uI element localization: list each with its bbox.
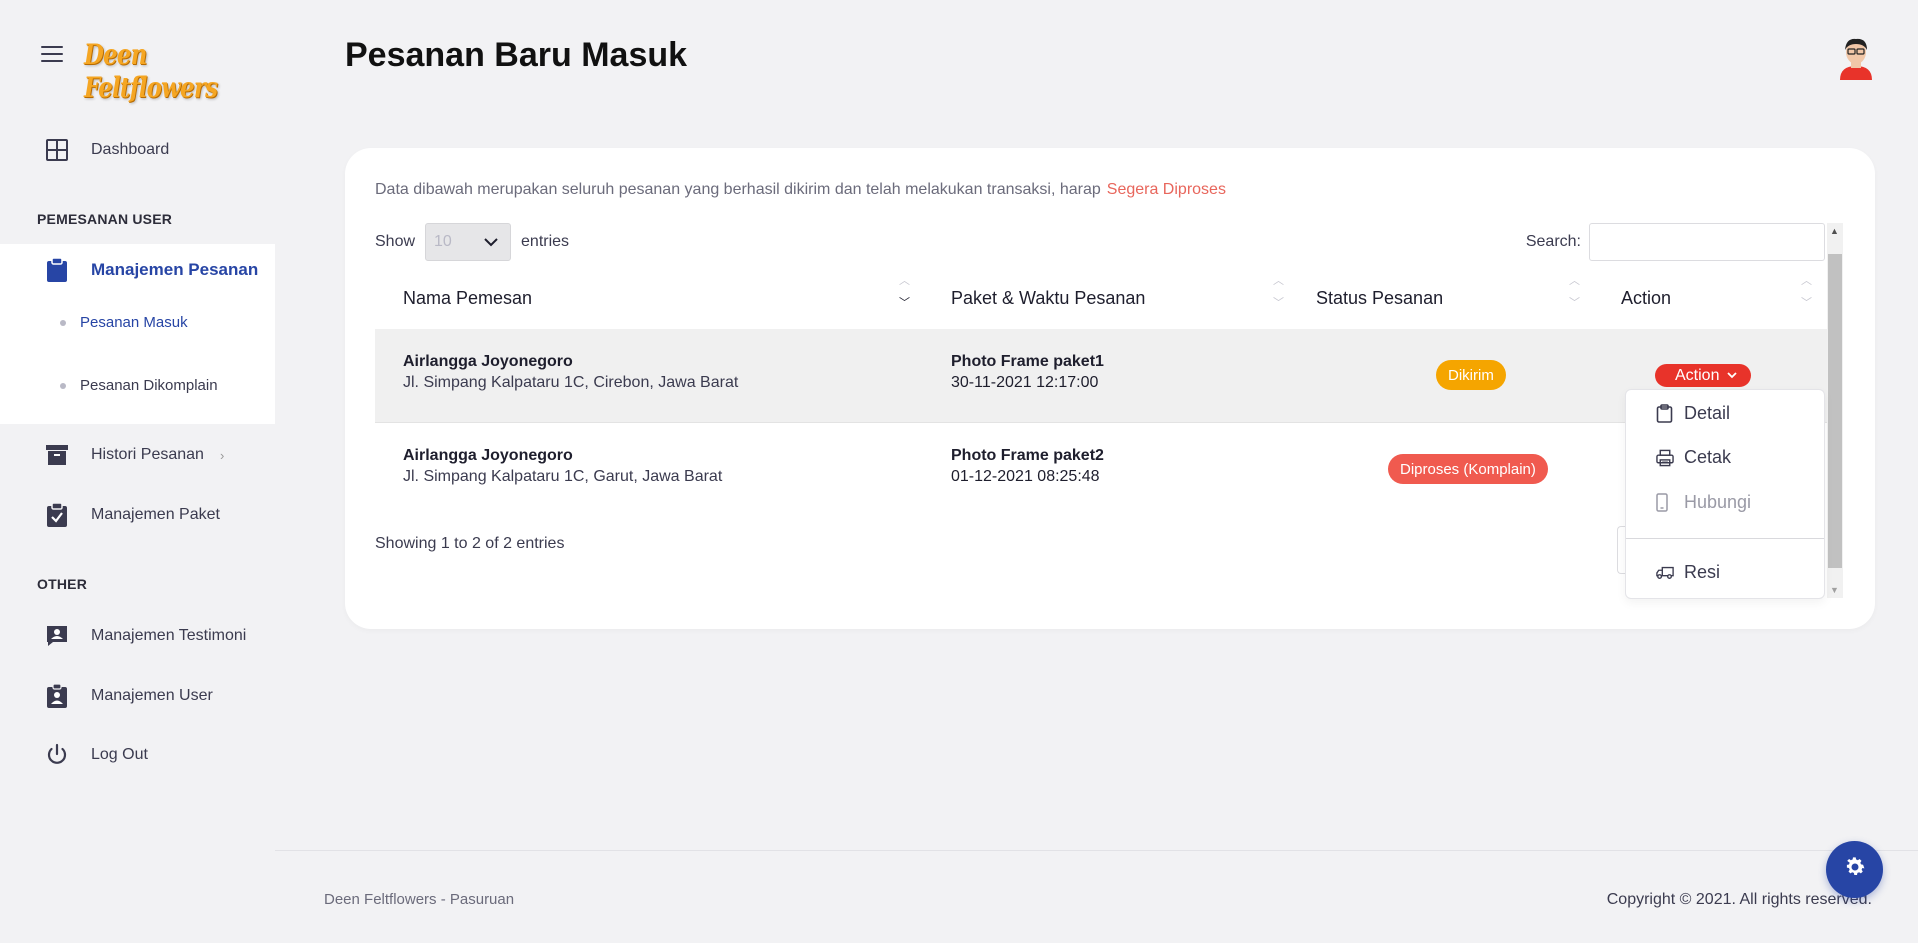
scroll-up-arrow-icon[interactable]: ▲ — [1830, 226, 1839, 236]
menu-item-detail[interactable]: Detail — [1656, 403, 1730, 424]
phone-icon — [1656, 493, 1674, 512]
menu-item-label: Hubungi — [1684, 492, 1752, 512]
footer-divider — [275, 850, 1918, 851]
sidebar-item-manajemen-testimoni[interactable]: Manajemen Testimoni — [0, 610, 275, 662]
sidebar-item-logout[interactable]: Log Out — [0, 729, 275, 781]
package-name: Photo Frame paket2 — [951, 447, 1104, 464]
section-label-pemesanan-user: PEMESANAN USER — [37, 211, 173, 227]
printer-icon — [1656, 449, 1674, 467]
sidebar-item-manajemen-user[interactable]: Manajemen User — [0, 670, 275, 722]
customer-name: Airlangga Joyonegoro — [403, 353, 573, 370]
grid-icon — [44, 137, 70, 163]
chat-person-icon — [44, 623, 70, 649]
sidebar-item-dashboard[interactable]: Dashboard — [0, 124, 275, 176]
action-dropdown-menu: Detail Cetak Hubungi Resi — [1625, 389, 1825, 599]
sidebar-item-manajemen-paket[interactable]: Manajemen Paket — [0, 489, 275, 541]
settings-button[interactable] — [1826, 841, 1883, 898]
sidebar-item-label: Manajemen Paket — [91, 506, 220, 523]
status-badge: Diproses (Komplain) — [1388, 454, 1548, 484]
chevron-down-icon — [484, 237, 498, 246]
bullet-dot — [60, 319, 66, 326]
sidebar-subitem-pesanan-masuk[interactable]: Pesanan Masuk — [60, 314, 188, 331]
menu-item-label: Detail — [1684, 403, 1731, 423]
sidebar-subitem-label: Pesanan Dikomplain — [80, 377, 218, 394]
clipboard-icon — [44, 257, 70, 283]
sort-icon[interactable]: ︿ ﹀ — [1569, 276, 1583, 320]
table-scrollbar[interactable]: ▲ ▼ — [1827, 223, 1843, 598]
customer-address: Jl. Simpang Kalpataru 1C, Cirebon, Jawa … — [403, 374, 739, 391]
section-label-other: OTHER — [37, 576, 87, 592]
menu-toggle-icon[interactable] — [41, 46, 63, 62]
table-row: Airlangga Joyonegoro Jl. Simpang Kalpata… — [375, 329, 1827, 423]
sidebar-subitem-label: Pesanan Masuk — [80, 314, 188, 331]
menu-item-cetak[interactable]: Cetak — [1656, 447, 1731, 468]
menu-item-label: Resi — [1684, 562, 1721, 582]
customer-cell: Airlangga Joyonegoro Jl. Simpang Kalpata… — [403, 351, 738, 393]
sidebar-item-manajemen-pesanan[interactable]: Manajemen Pesanan — [0, 244, 275, 296]
sidebar-item-label: Log Out — [91, 746, 148, 763]
order-time: 30-11-2021 12:17:00 — [951, 374, 1099, 391]
truck-icon — [1656, 565, 1674, 580]
sort-icon[interactable]: ︿ ﹀ — [1273, 276, 1287, 320]
bullet-dot — [60, 382, 66, 389]
clipboard-check-icon — [44, 502, 70, 528]
menu-divider — [1626, 538, 1824, 539]
gear-icon — [1843, 855, 1867, 884]
table-row: Airlangga Joyonegoro Jl. Simpang Kalpata… — [375, 423, 1827, 517]
chevron-down-icon — [1727, 370, 1738, 382]
entries-select-value: 10 — [434, 233, 452, 250]
table-header: Nama Pemesan ︿ ﹀ Paket & Waktu Pesanan ︿ ﹀… — [375, 268, 1827, 328]
intro-highlight: Segera Diproses — [1106, 181, 1226, 198]
badge-person-icon — [44, 683, 70, 709]
search-input[interactable] — [1589, 223, 1825, 261]
intro-text: Data dibawah merupakan seluruh pesanan y… — [375, 181, 1226, 198]
search-label: Search: — [1525, 233, 1581, 250]
sort-icon[interactable]: ︿ ﹀ — [1801, 276, 1815, 320]
action-dropdown-button[interactable]: Action — [1655, 364, 1752, 387]
power-icon — [44, 742, 70, 768]
brand-logo[interactable]: Deen Feltflowers — [84, 38, 241, 104]
customer-address: Jl. Simpang Kalpataru 1C, Garut, Jawa Ba… — [403, 468, 723, 485]
footer-brand: Deen Feltflowers - Pasuruan — [324, 891, 515, 908]
show-label: Show — [375, 233, 416, 250]
footer-copyright: Copyright © 2021. All rights reserved. — [1606, 891, 1872, 908]
sidebar-item-label: Manajemen Pesanan — [91, 260, 259, 279]
page-title: Pesanan Baru Masuk — [345, 36, 688, 74]
entries-select[interactable]: 10 — [425, 223, 512, 261]
column-header-action[interactable]: Action — [1621, 288, 1671, 309]
sidebar-subitem-pesanan-dikomplain[interactable]: Pesanan Dikomplain — [60, 377, 218, 394]
customer-cell: Airlangga Joyonegoro Jl. Simpang Kalpata… — [403, 445, 722, 487]
action-button-label: Action — [1675, 366, 1720, 384]
chevron-right-icon: › — [220, 447, 225, 463]
sidebar: Deen Feltflowers Dashboard PEMESANAN USE… — [0, 0, 275, 943]
sidebar-item-label: Manajemen Testimoni — [91, 627, 247, 644]
menu-item-hubungi[interactable]: Hubungi — [1656, 492, 1751, 513]
sidebar-item-label: Manajemen User — [91, 687, 213, 704]
column-header-nama-pemesan[interactable]: Nama Pemesan — [403, 288, 532, 309]
scroll-down-arrow-icon[interactable]: ▼ — [1830, 585, 1839, 595]
sort-icon[interactable]: ︿ ﹀ — [899, 276, 913, 320]
entries-length-control: Show 10 entries — [375, 223, 569, 261]
entries-label: entries — [521, 233, 570, 250]
menu-item-label: Cetak — [1684, 447, 1732, 467]
search-control: Search: — [1526, 223, 1825, 261]
package-name: Photo Frame paket1 — [951, 353, 1104, 370]
customer-name: Airlangga Joyonegoro — [403, 447, 573, 464]
menu-item-resi[interactable]: Resi — [1656, 562, 1720, 583]
package-cell: Photo Frame paket2 01-12-2021 08:25:48 — [951, 445, 1104, 487]
column-header-status[interactable]: Status Pesanan — [1316, 288, 1443, 309]
table-info: Showing 1 to 2 of 2 entries — [375, 535, 565, 552]
column-header-paket-waktu[interactable]: Paket & Waktu Pesanan — [951, 288, 1145, 309]
sidebar-item-label: Histori Pesanan — [91, 446, 204, 463]
scrollbar-thumb[interactable] — [1828, 254, 1842, 568]
order-time: 01-12-2021 08:25:48 — [951, 468, 1100, 485]
status-badge: Dikirim — [1436, 360, 1506, 390]
sidebar-item-label: Dashboard — [91, 141, 170, 158]
archive-icon — [44, 442, 70, 468]
sidebar-item-histori-pesanan[interactable]: Histori Pesanan › — [0, 429, 275, 481]
user-avatar[interactable] — [1836, 36, 1876, 82]
clipboard-icon — [1656, 404, 1674, 423]
package-cell: Photo Frame paket1 30-11-2021 12:17:00 — [951, 351, 1104, 393]
